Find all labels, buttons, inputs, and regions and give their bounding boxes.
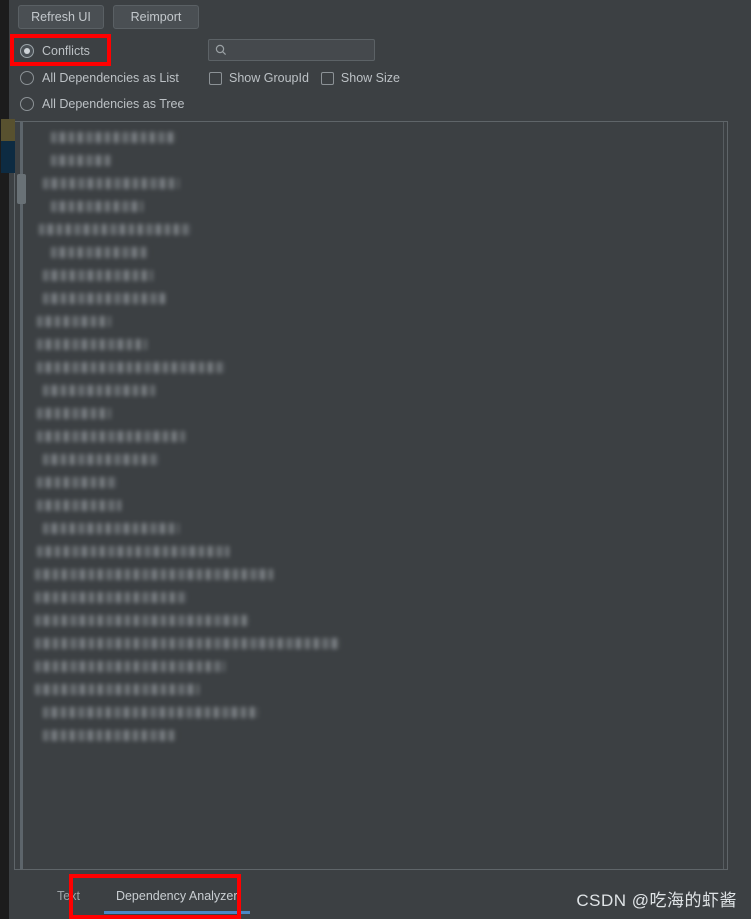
dependency-row-label-obscured	[37, 546, 229, 557]
dependency-row-label-obscured	[37, 500, 121, 511]
tab-text[interactable]: Text	[39, 880, 98, 914]
dependency-row[interactable]	[29, 563, 725, 586]
checkbox-show-groupid-label: Show GroupId	[229, 71, 309, 85]
dependency-row[interactable]	[29, 379, 725, 402]
dependency-row-label-obscured	[35, 592, 187, 603]
dependency-row-label-obscured	[43, 523, 179, 534]
dependency-row-label-obscured	[37, 408, 111, 419]
checkbox-show-size-icon[interactable]	[320, 71, 334, 85]
checkbox-show-groupid[interactable]: Show GroupId	[209, 71, 309, 85]
dependency-row-label-obscured	[43, 293, 165, 304]
dependency-row[interactable]	[29, 701, 725, 724]
radio-option-all-dependencies-tree[interactable]: All Dependencies as Tree	[20, 93, 184, 115]
dependency-row-label-obscured	[43, 178, 179, 189]
list-scrollbar-thumb[interactable]	[17, 174, 26, 204]
dependency-rows[interactable]	[29, 126, 725, 747]
csdn-watermark: CSDN @吃海的虾酱	[576, 891, 737, 910]
dependency-list-panel[interactable]	[1, 119, 728, 870]
dependency-row-label-obscured	[51, 247, 149, 258]
dependency-row[interactable]	[29, 287, 725, 310]
dependency-row-label-obscured	[43, 270, 153, 281]
dependency-row[interactable]	[29, 494, 725, 517]
dependency-analyzer-panel: Refresh UI Reimport Conflicts All Depend…	[0, 0, 751, 919]
checkbox-show-size[interactable]: Show Size	[320, 71, 400, 85]
dependency-row[interactable]	[29, 333, 725, 356]
dependency-row[interactable]	[29, 310, 725, 333]
radio-all-dependencies-tree-label: All Dependencies as Tree	[42, 97, 185, 111]
dependency-row[interactable]	[29, 655, 725, 678]
radio-conflicts-label: Conflicts	[42, 44, 90, 58]
dependency-row[interactable]	[29, 678, 725, 701]
dependency-row[interactable]	[29, 586, 725, 609]
dependency-row[interactable]	[29, 448, 725, 471]
top-toolbar: Refresh UI Reimport	[9, 0, 751, 34]
dependency-row-label-obscured	[51, 155, 113, 166]
dependency-row-label-obscured	[43, 454, 159, 465]
dependency-row[interactable]	[29, 172, 725, 195]
dependency-row[interactable]	[29, 632, 725, 655]
radio-all-dependencies-list-label: All Dependencies as List	[42, 71, 179, 85]
dependency-row[interactable]	[29, 540, 725, 563]
gutter-marker-warning	[1, 119, 15, 141]
dependency-row[interactable]	[29, 126, 725, 149]
radio-all-dependencies-list-icon[interactable]	[20, 71, 34, 85]
dependency-row[interactable]	[29, 471, 725, 494]
dependency-row-label-obscured	[35, 569, 273, 580]
dependency-row[interactable]	[29, 425, 725, 448]
dependency-row[interactable]	[29, 609, 725, 632]
search-field[interactable]	[208, 39, 387, 61]
dependency-row-label-obscured	[37, 339, 147, 350]
dependency-row-label-obscured	[37, 477, 117, 488]
dependency-row[interactable]	[29, 402, 725, 425]
dependency-row[interactable]	[29, 264, 725, 287]
dependency-row[interactable]	[29, 356, 725, 379]
dependency-row[interactable]	[29, 149, 725, 172]
dependency-row-label-obscured	[35, 615, 249, 626]
dependency-row-label-obscured	[35, 661, 225, 672]
radio-option-conflicts[interactable]: Conflicts	[20, 40, 90, 62]
refresh-ui-button[interactable]: Refresh UI	[18, 5, 104, 29]
options-area: Conflicts All Dependencies as List All D…	[9, 34, 751, 119]
dependency-row[interactable]	[29, 517, 725, 540]
dependency-row[interactable]	[29, 241, 725, 264]
dependency-row-label-obscured	[37, 362, 225, 373]
dependency-row-label-obscured	[43, 730, 177, 741]
checkbox-show-groupid-icon[interactable]	[209, 71, 222, 85]
tab-dependency-analyzer[interactable]: Dependency Analyzer	[98, 880, 256, 914]
dependency-row[interactable]	[29, 195, 725, 218]
dependency-row[interactable]	[29, 724, 725, 747]
list-gutter	[1, 119, 29, 869]
checkbox-group: Show GroupId Show Size	[209, 67, 400, 89]
dependency-row-label-obscured	[35, 638, 341, 649]
dependency-row-label-obscured	[51, 201, 143, 212]
dependency-row-label-obscured	[37, 316, 111, 327]
list-right-edge	[723, 122, 727, 869]
search-icon	[215, 44, 227, 56]
dependency-row-label-obscured	[43, 707, 259, 718]
list-scrollbar-track[interactable]	[20, 122, 23, 869]
search-input[interactable]	[232, 41, 387, 59]
dependency-row[interactable]	[29, 218, 725, 241]
reimport-button[interactable]: Reimport	[113, 5, 199, 29]
radio-all-dependencies-tree-icon[interactable]	[20, 97, 34, 111]
dependency-row-label-obscured	[51, 132, 177, 143]
checkbox-show-size-label: Show Size	[340, 71, 400, 85]
dependency-row-label-obscured	[39, 224, 191, 235]
dependency-row-label-obscured	[43, 385, 155, 396]
radio-conflicts-icon[interactable]	[20, 44, 34, 58]
dependency-row-label-obscured	[35, 684, 199, 695]
gutter-marker-info	[1, 141, 15, 173]
dependency-row-label-obscured	[37, 431, 185, 442]
radio-option-all-dependencies-list[interactable]: All Dependencies as List	[20, 67, 179, 89]
